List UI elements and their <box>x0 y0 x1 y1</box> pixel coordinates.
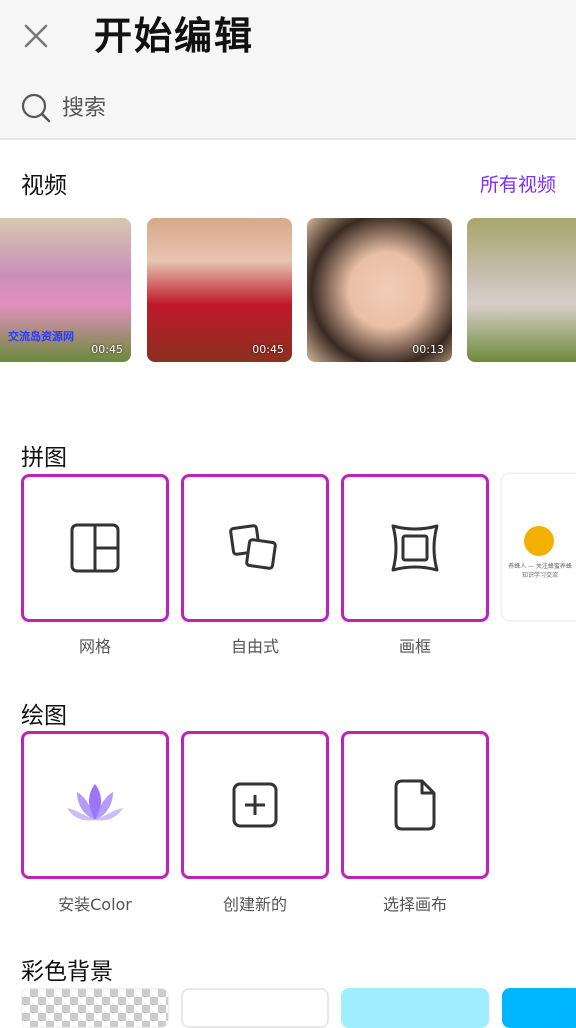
frame-icon <box>391 524 439 572</box>
create-new-tile[interactable] <box>181 731 329 879</box>
drawing-section-title: 绘图 <box>21 703 67 729</box>
video-thumbnail[interactable]: 00:45 <box>147 218 292 362</box>
video-thumbnail[interactable]: 00:13 <box>307 218 452 362</box>
create-new-label: 创建新的 <box>222 895 287 914</box>
video-thumbnail[interactable] <box>467 218 576 362</box>
white-swatch[interactable] <box>181 988 329 1028</box>
ad-text: 养蜂人 — 关注蜂蜜养蜂知识学习交流 <box>508 563 572 579</box>
watermark-text: 交流岛资源网 <box>8 330 74 343</box>
grid-tile[interactable] <box>21 474 169 622</box>
grid-label: 网格 <box>78 637 111 656</box>
videos-section-title: 视频 <box>21 173 67 199</box>
search-bar[interactable] <box>20 88 540 128</box>
video-duration: 00:13 <box>412 343 444 356</box>
search-input[interactable] <box>62 88 522 128</box>
ad-card[interactable]: 养蜂人 — 关注蜂蜜养蜂知识学习交流 <box>502 474 576 620</box>
freestyle-label: 自由式 <box>230 637 279 656</box>
bee-logo-icon <box>524 526 554 556</box>
collage-section-title: 拼图 <box>21 445 67 471</box>
transparent-swatch[interactable] <box>21 988 169 1028</box>
video-duration: 00:45 <box>91 343 123 356</box>
add-canvas-icon <box>232 782 278 828</box>
page-title: 开始编辑 <box>94 14 255 58</box>
video-thumbnail[interactable]: 交流岛资源网 00:45 <box>0 218 131 362</box>
install-color-tile[interactable] <box>21 731 169 879</box>
select-canvas-label: 选择画布 <box>382 895 447 914</box>
select-canvas-tile[interactable] <box>341 731 489 879</box>
document-icon <box>394 779 436 831</box>
header: 开始编辑 <box>0 0 576 140</box>
freestyle-tile[interactable] <box>181 474 329 622</box>
freestyle-icon <box>229 524 277 570</box>
all-videos-link[interactable]: 所有视频 <box>480 170 556 197</box>
backgrounds-section-title: 彩色背景 <box>21 959 113 985</box>
light-blue-swatch[interactable] <box>341 988 489 1028</box>
close-icon[interactable] <box>20 20 52 52</box>
blue-swatch[interactable] <box>502 988 576 1028</box>
frame-tile[interactable] <box>341 474 489 622</box>
install-color-label: 安装Color <box>58 895 132 914</box>
lotus-icon <box>67 784 123 821</box>
frame-label: 画框 <box>398 637 431 656</box>
grid-layout-icon <box>70 523 120 573</box>
search-icon <box>21 93 51 123</box>
video-duration: 00:45 <box>252 343 284 356</box>
